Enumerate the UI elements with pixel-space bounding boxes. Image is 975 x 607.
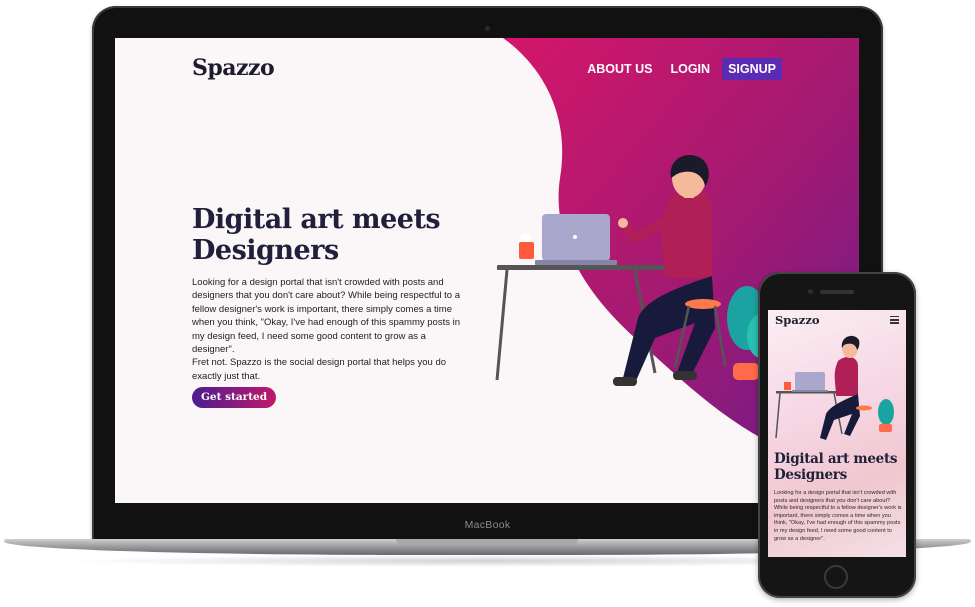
phone-person-icon — [820, 335, 872, 440]
phone: Spazzo Digital art meets Designers Looki… — [758, 272, 916, 598]
phone-cup-icon — [784, 382, 791, 390]
nav-signup-button[interactable]: SIGNUP — [722, 58, 782, 80]
hero-illustration — [495, 38, 859, 464]
phone-hero-description: Looking for a design portal that isn't c… — [774, 490, 902, 542]
phone-hero-illustration — [775, 335, 894, 440]
phone-laptop-art-icon — [792, 372, 828, 392]
hero-description: Looking for a design portal that isn't c… — [192, 276, 464, 383]
phone-plant-icon — [878, 399, 894, 432]
phone-site-logo[interactable]: Spazzo — [775, 313, 820, 327]
laptop-art-icon — [535, 214, 617, 265]
site-nav: ABOUT US LOGIN SIGNUP — [581, 58, 782, 80]
nav-login[interactable]: LOGIN — [664, 58, 716, 80]
phone-speaker — [820, 290, 854, 294]
home-button[interactable] — [824, 565, 848, 589]
hero-paragraph-2: Fret not. Spazzo is the social design po… — [192, 357, 447, 382]
hamburger-icon[interactable] — [890, 316, 899, 326]
hero-title: Digital art meets Designers — [192, 204, 441, 266]
hero-paragraph-1: Looking for a design portal that isn't c… — [192, 277, 460, 356]
phone-hero-title: Digital art meets Designers — [774, 451, 898, 483]
laptop-camera — [485, 26, 490, 31]
phone-screen: Spazzo Digital art meets Designers Looki… — [768, 310, 906, 557]
cup-icon — [519, 234, 534, 259]
get-started-button[interactable]: Get started — [192, 387, 276, 408]
site-logo[interactable]: Spazzo — [192, 55, 275, 81]
laptop-screen: Spazzo ABOUT US LOGIN SIGNUP Digital art… — [115, 38, 859, 503]
laptop-base-notch — [396, 539, 578, 545]
phone-camera — [808, 289, 813, 294]
nav-about-us[interactable]: ABOUT US — [581, 58, 658, 80]
